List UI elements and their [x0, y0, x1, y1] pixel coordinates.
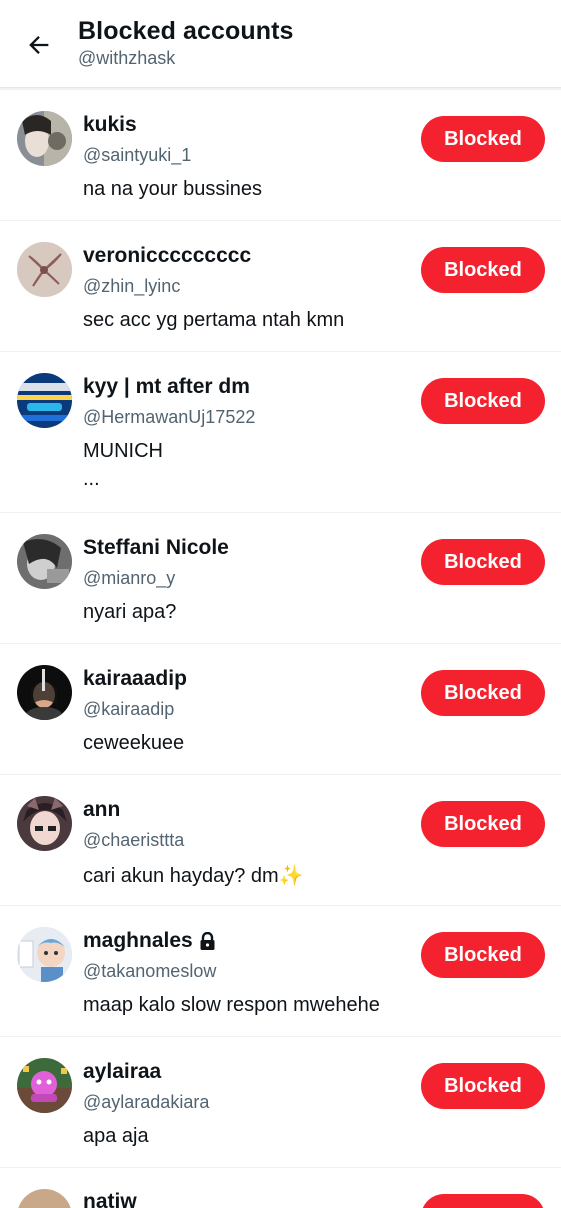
- account-handle: @kairaadip: [83, 699, 175, 719]
- account-row-partial[interactable]: natiw: [0, 1168, 561, 1208]
- account-name[interactable]: kairaaadip: [83, 667, 187, 691]
- account-row[interactable]: kyy | mt after dm @HermawanUj17522 MUNIC…: [0, 352, 561, 513]
- account-handle: @takanomeslow: [83, 961, 217, 981]
- blocked-button[interactable]: Blocked: [421, 801, 545, 847]
- avatar[interactable]: [17, 242, 72, 297]
- account-bio: sec acc yg pertama ntah kmn: [83, 309, 345, 331]
- account-bio: cari akun hayday? dm✨: [83, 865, 304, 887]
- blocked-button[interactable]: Blocked: [421, 378, 545, 424]
- account-name[interactable]: veroniccccccccc: [83, 244, 251, 268]
- account-row[interactable]: maghnales @takanomeslow maap kalo slow r…: [0, 906, 561, 1037]
- account-name[interactable]: aylairaa: [83, 1060, 161, 1084]
- account-handle: @zhin_lyinc: [83, 276, 181, 296]
- blocked-button[interactable]: Blocked: [421, 932, 545, 978]
- blocked-button[interactable]: Blocked: [421, 116, 545, 162]
- account-row[interactable]: kukis @saintyuki_1 na na your bussines B…: [0, 90, 561, 221]
- account-row[interactable]: kairaaadip @kairaadip ceweekuee Blocked: [0, 644, 561, 775]
- avatar[interactable]: [17, 534, 72, 589]
- account-row[interactable]: Steffani Nicole @mianro_y nyari apa? Blo…: [0, 513, 561, 644]
- account-bio: na na your bussines: [83, 178, 263, 200]
- back-button[interactable]: [18, 24, 60, 66]
- account-name-text: ann: [83, 798, 121, 821]
- account-name-text: aylairaa: [83, 1060, 162, 1083]
- account-name-text: kukis: [83, 113, 137, 136]
- blocked-button[interactable]: Blocked: [421, 539, 545, 585]
- avatar[interactable]: [17, 373, 72, 428]
- account-handle: @HermawanUj17522: [83, 407, 256, 427]
- account-name[interactable]: ann: [83, 798, 120, 822]
- avatar[interactable]: [17, 927, 72, 982]
- blocked-button[interactable]: [421, 1194, 545, 1208]
- avatar[interactable]: [17, 111, 72, 166]
- account-name[interactable]: natiw: [83, 1190, 137, 1208]
- account-name-text: maghnales: [83, 929, 193, 952]
- account-bio: MUNICH: [83, 440, 163, 462]
- account-name-text: veroniccccccccc: [83, 244, 252, 267]
- avatar[interactable]: [17, 665, 72, 720]
- account-handle: @saintyuki_1: [83, 145, 192, 165]
- blocked-button[interactable]: Blocked: [421, 247, 545, 293]
- account-handle: @aylaradakiara: [83, 1092, 210, 1112]
- blocked-accounts-list: kukis @saintyuki_1 na na your bussines B…: [0, 90, 561, 1208]
- account-bio-more: ...: [83, 468, 100, 490]
- account-name-text: kyy | mt after dm: [83, 375, 250, 398]
- avatar[interactable]: [17, 1058, 72, 1113]
- account-handle: @chaeristtta: [83, 830, 185, 850]
- account-bio: nyari apa?: [83, 601, 177, 623]
- account-name[interactable]: kukis: [83, 113, 137, 137]
- page-subtitle: @withzhask: [78, 48, 176, 68]
- blocked-button[interactable]: Blocked: [421, 1063, 545, 1109]
- account-bio: ceweekuee: [83, 732, 185, 754]
- account-name-text: kairaaadip: [83, 667, 187, 690]
- avatar[interactable]: [17, 796, 72, 851]
- account-name-text: Steffani Nicole: [83, 536, 229, 559]
- account-bio: maap kalo slow respon mwehehe: [83, 994, 380, 1016]
- page-title: Blocked accounts: [78, 17, 294, 45]
- top-app-bar: Blocked accounts @withzhask: [0, 0, 561, 88]
- account-row[interactable]: aylairaa @aylaradakiara apa aja Blocked: [0, 1037, 561, 1168]
- account-bio: apa aja: [83, 1125, 149, 1147]
- arrow-left-icon: [29, 36, 49, 54]
- account-row[interactable]: veroniccccccccc @zhin_lyinc sec acc yg p…: [0, 221, 561, 352]
- blocked-button[interactable]: Blocked: [421, 670, 545, 716]
- account-handle: @mianro_y: [83, 568, 176, 588]
- account-name[interactable]: maghnales: [83, 929, 216, 953]
- avatar[interactable]: [17, 1189, 72, 1208]
- account-row[interactable]: ann @chaeristtta cari akun hayday? dm✨ B…: [0, 775, 561, 906]
- account-name[interactable]: kyy | mt after dm: [83, 375, 250, 399]
- account-name[interactable]: Steffani Nicole: [83, 536, 229, 560]
- lock-icon: [199, 931, 216, 951]
